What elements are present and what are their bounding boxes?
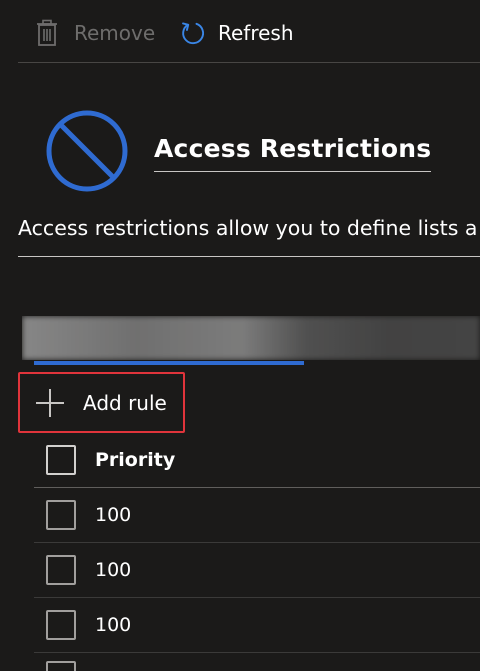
page: Remove Refresh Access Restrictions Acces… (0, 0, 480, 671)
trash-icon (34, 17, 60, 49)
table-row[interactable]: 100 (34, 543, 480, 598)
priority-cell: 100 (95, 559, 132, 581)
page-title: Access Restrictions (154, 134, 432, 172)
remove-label: Remove (74, 21, 156, 45)
table-row[interactable] (34, 653, 480, 671)
plus-icon (33, 386, 67, 420)
row-checkbox[interactable] (46, 555, 76, 585)
column-header-priority[interactable]: Priority (95, 449, 175, 471)
table-row[interactable]: 100 (34, 598, 480, 653)
table-row[interactable]: 100 (34, 488, 480, 543)
table-header-row: Priority (34, 432, 480, 488)
row-checkbox[interactable] (46, 661, 76, 671)
description-divider (18, 256, 480, 257)
refresh-label: Refresh (218, 21, 294, 45)
command-bar: Remove Refresh (0, 0, 480, 64)
tab-strip[interactable] (22, 316, 480, 360)
add-rule-button[interactable]: Add rule (18, 372, 185, 433)
active-tab-indicator (34, 361, 304, 365)
row-checkbox[interactable] (46, 500, 76, 530)
refresh-icon (180, 17, 206, 49)
rules-table: Priority 100 100 100 (34, 432, 480, 671)
priority-cell: 100 (95, 614, 132, 636)
remove-button[interactable]: Remove (34, 16, 155, 50)
tab-strip-blurred (22, 316, 480, 360)
page-description: Access restrictions allow you to define … (18, 216, 478, 240)
refresh-button[interactable]: Refresh (180, 16, 294, 50)
priority-cell: 100 (95, 504, 132, 526)
toolbar-divider (18, 62, 480, 63)
select-all-checkbox[interactable] (46, 444, 76, 475)
block-icon (42, 106, 132, 196)
add-rule-label: Add rule (83, 390, 167, 415)
row-checkbox[interactable] (46, 610, 76, 640)
